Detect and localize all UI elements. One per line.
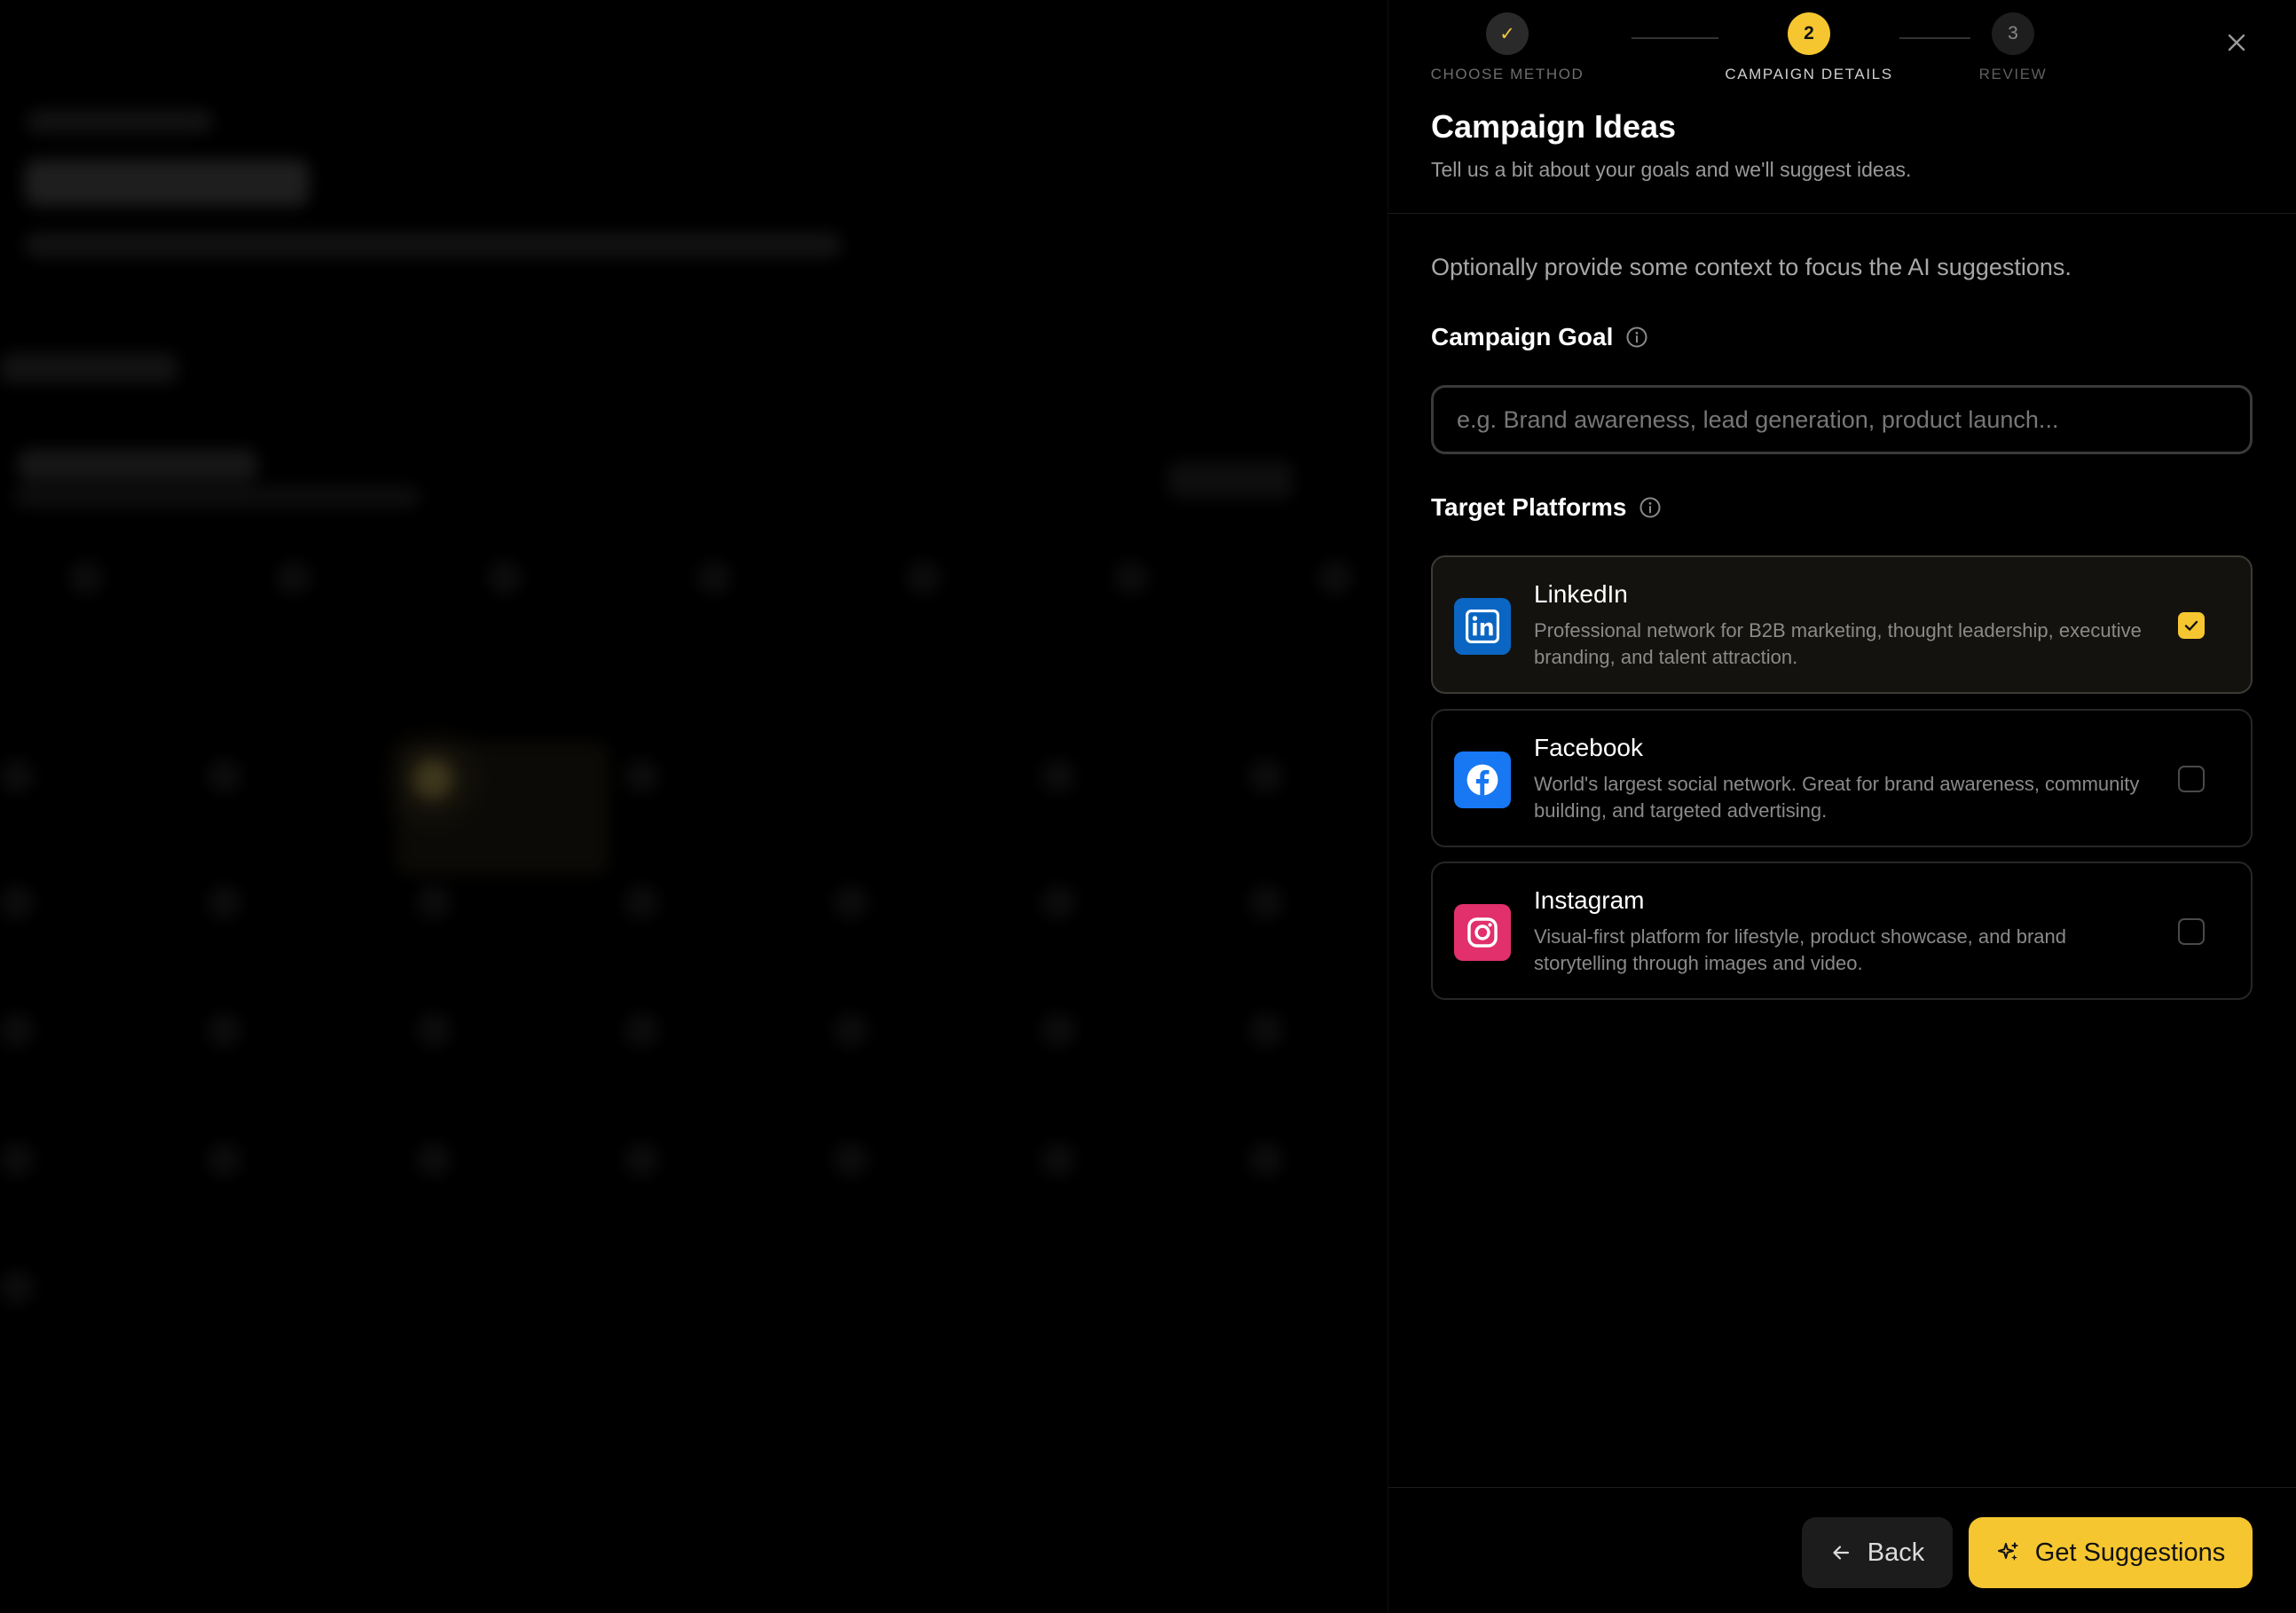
platform-name: Facebook	[1534, 734, 1643, 761]
info-icon[interactable]	[1625, 326, 1648, 349]
platform-description: World's largest social network. Great fo…	[1534, 773, 2140, 822]
sparkles-icon	[1997, 1542, 2018, 1561]
facebook-icon	[1454, 751, 1511, 808]
close-icon	[2228, 34, 2245, 51]
info-icon[interactable]	[1639, 496, 1662, 519]
campaign-goal-input[interactable]	[1431, 385, 2253, 454]
header-divider	[1388, 213, 2296, 214]
platform-checkbox[interactable]	[2178, 612, 2205, 639]
back-button[interactable]: Back	[1802, 1517, 1953, 1588]
footer-divider	[1388, 1487, 2296, 1488]
step-connector	[1899, 37, 1970, 39]
panel-title: Campaign Ideas	[1431, 108, 1677, 145]
platform-option-linkedin[interactable]: LinkedIn Professional network for B2B ma…	[1431, 555, 2253, 694]
check-icon	[2184, 620, 2198, 631]
get-suggestions-button[interactable]: Get Suggestions	[1969, 1517, 2253, 1588]
step-label: CHOOSE METHOD	[1430, 66, 1584, 83]
get-suggestions-label: Get Suggestions	[2034, 1538, 2226, 1567]
platform-description: Visual-first platform for lifestyle, pro…	[1534, 925, 2066, 974]
intro-text: Optionally provide some context to focus…	[1431, 254, 2072, 280]
modal-overlay[interactable]	[0, 0, 1388, 1613]
platform-name: Instagram	[1534, 886, 1645, 914]
target-platforms-label-text: Target Platforms	[1431, 493, 1627, 521]
arrow-left-icon	[1833, 1546, 1849, 1560]
step-label: REVIEW	[1978, 66, 2048, 83]
platform-checkbox[interactable]	[2178, 766, 2205, 792]
platform-name: LinkedIn	[1534, 580, 1628, 608]
step-choose-method[interactable]: ✓ CHOOSE METHOD	[1431, 12, 1584, 83]
background-app	[0, 0, 1388, 1613]
wizard-stepper: ✓ CHOOSE METHOD 2 CAMPAIGN DETAILS 3 REV…	[1431, 12, 2070, 92]
check-icon: ✓	[1486, 12, 1529, 55]
step-review[interactable]: 3 REVIEW	[1976, 12, 2050, 83]
panel-header: Campaign Ideas Tell us a bit about your …	[1431, 108, 1911, 182]
platform-description: Professional network for B2B marketing, …	[1534, 619, 2142, 668]
step-number: 2	[1788, 12, 1830, 55]
step-connector	[1632, 37, 1718, 39]
target-platforms-label: Target Platforms	[1431, 493, 1662, 522]
step-label: CAMPAIGN DETAILS	[1725, 66, 1893, 83]
close-button[interactable]	[2213, 20, 2260, 66]
campaign-goal-label-text: Campaign Goal	[1431, 323, 1614, 350]
platform-option-facebook[interactable]: Facebook World's largest social network.…	[1431, 709, 2253, 847]
platform-checkbox[interactable]	[2178, 918, 2205, 945]
back-button-label: Back	[1867, 1538, 1925, 1567]
step-campaign-details[interactable]: 2 CAMPAIGN DETAILS	[1724, 12, 1894, 83]
panel-subtitle: Tell us a bit about your goals and we'll…	[1431, 158, 1912, 181]
linkedin-icon	[1454, 598, 1511, 655]
campaign-wizard-panel: ✓ CHOOSE METHOD 2 CAMPAIGN DETAILS 3 REV…	[1388, 0, 2296, 1613]
instagram-icon	[1454, 904, 1511, 961]
campaign-goal-label: Campaign Goal	[1431, 323, 1648, 351]
platform-option-instagram[interactable]: Instagram Visual-first platform for life…	[1431, 862, 2253, 1000]
step-number: 3	[1992, 12, 2034, 55]
